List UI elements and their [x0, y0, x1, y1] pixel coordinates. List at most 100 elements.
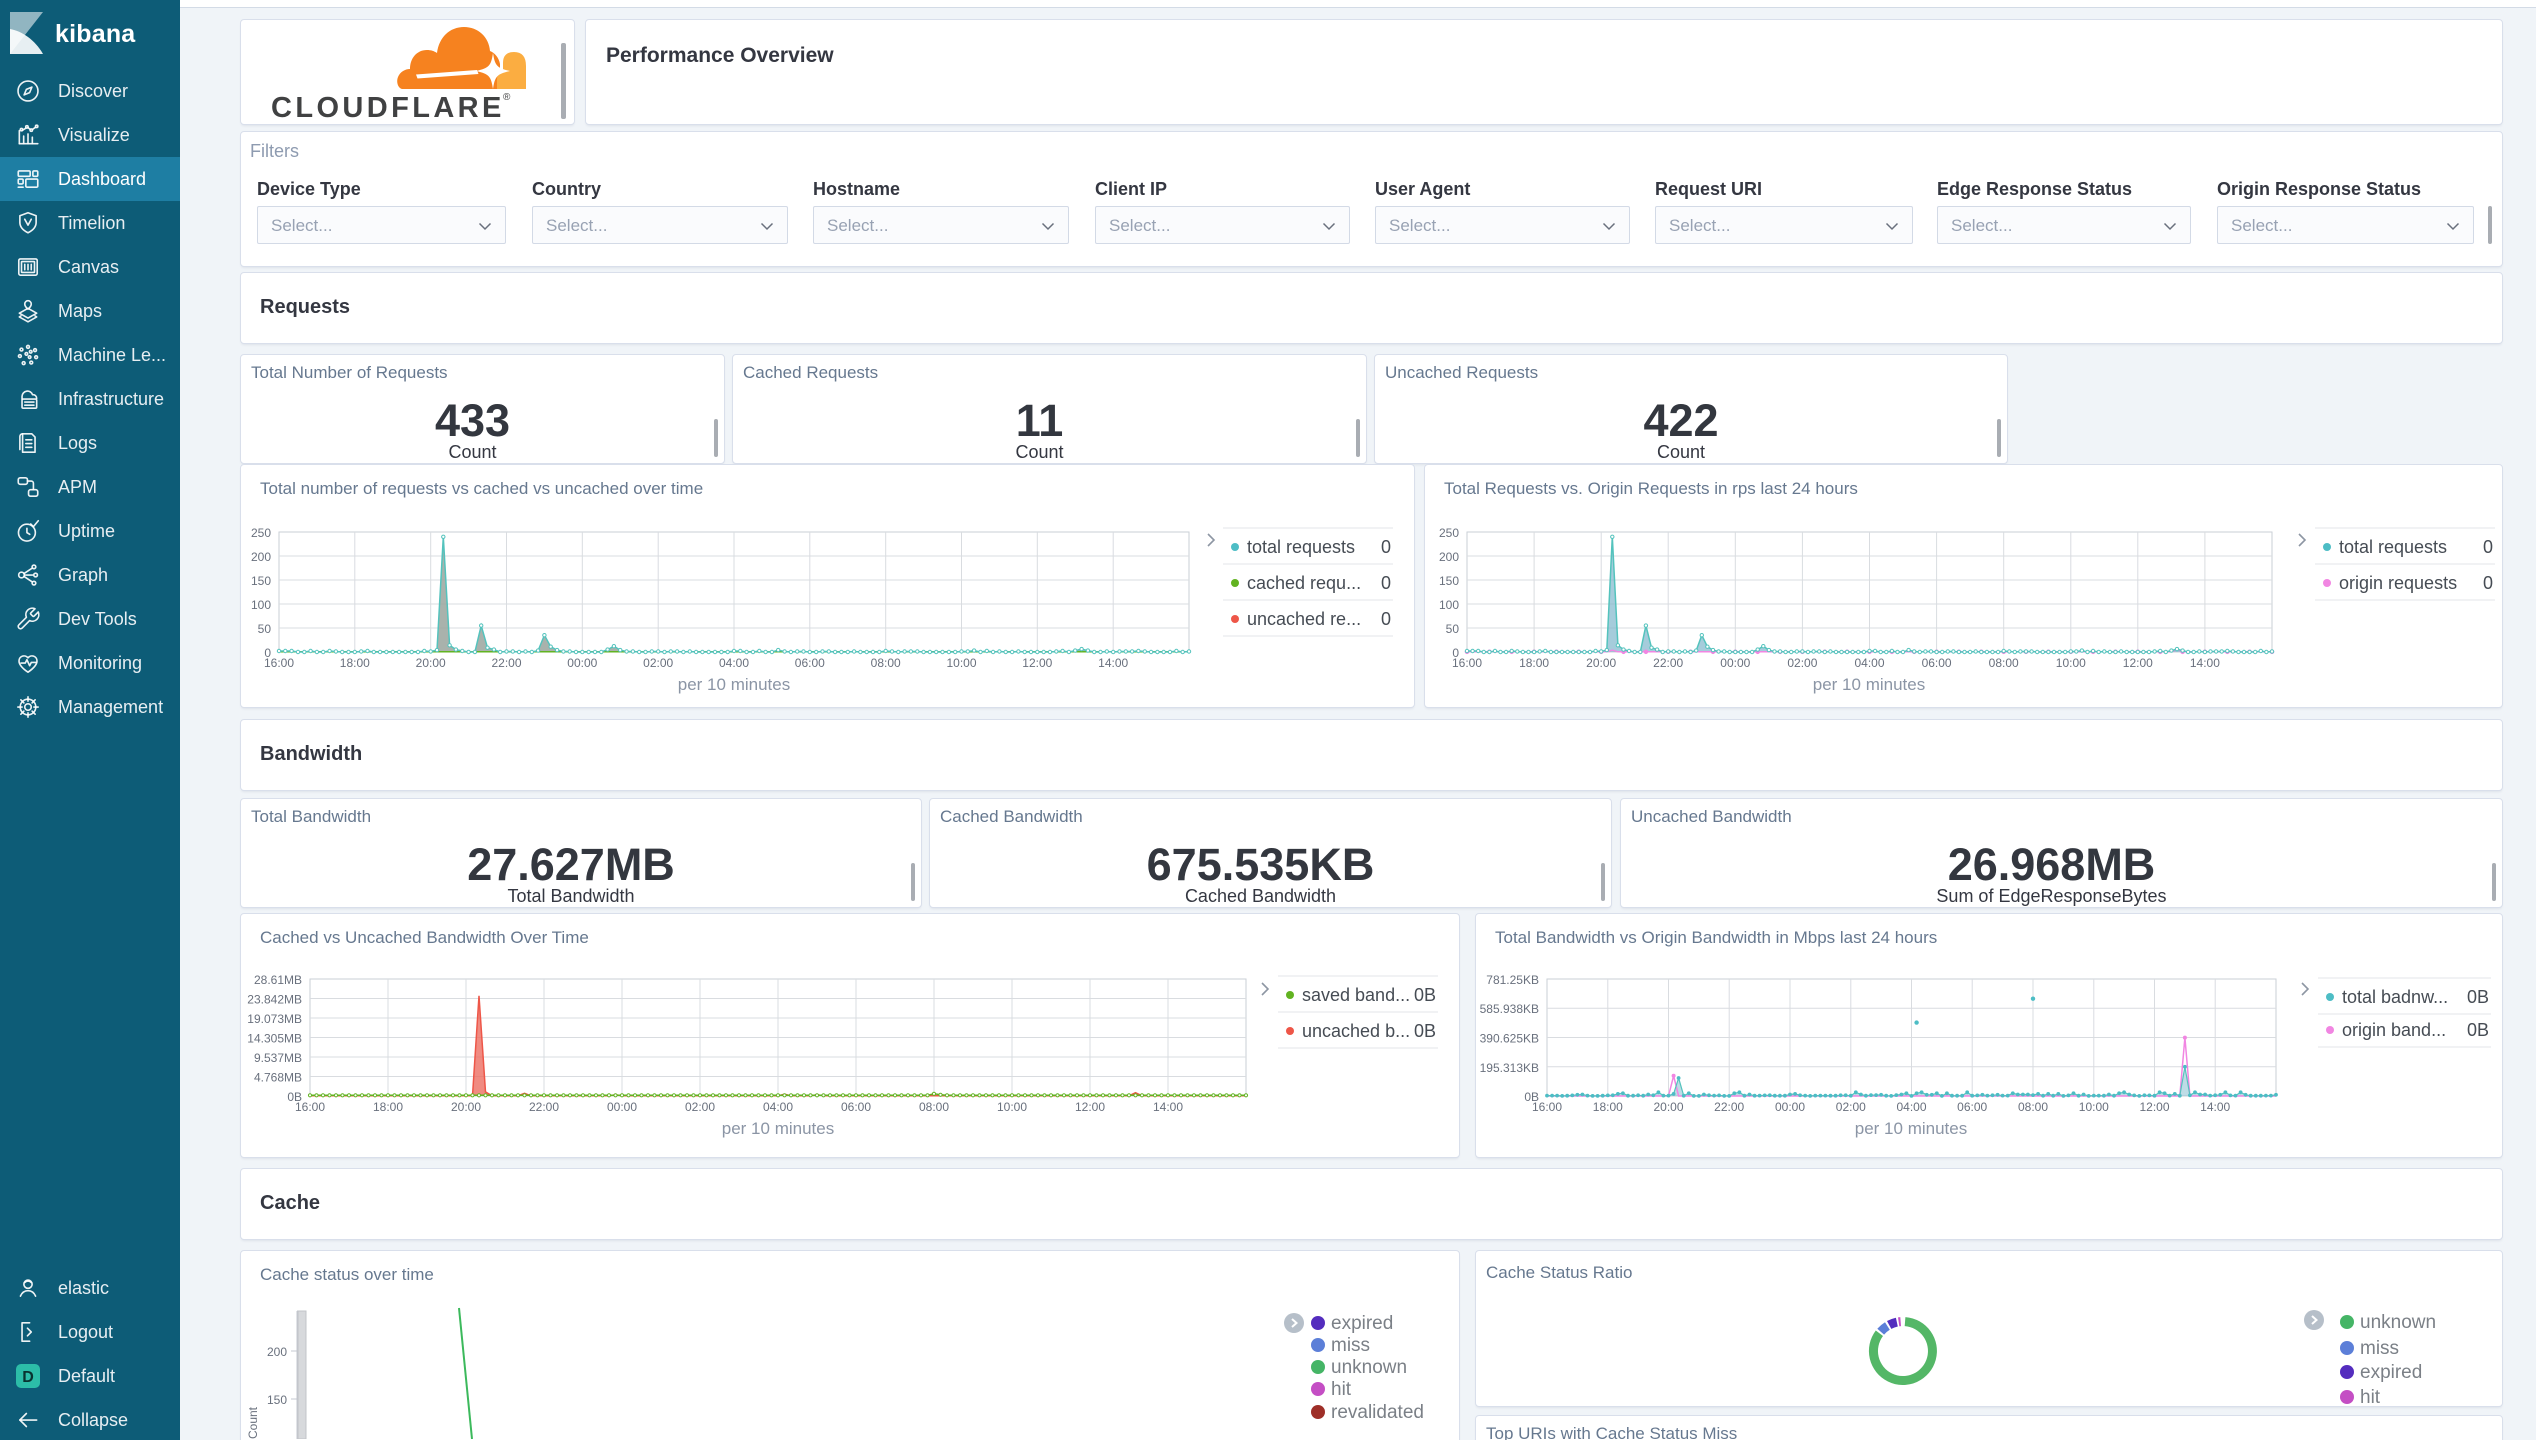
svg-text:20:00: 20:00	[1586, 656, 1616, 670]
svg-text:expired: expired	[2360, 1362, 2422, 1383]
svg-text:12:00: 12:00	[1075, 1100, 1105, 1114]
svg-text:20:00: 20:00	[451, 1100, 481, 1114]
svg-text:100: 100	[251, 598, 271, 612]
svg-text:16:00: 16:00	[295, 1100, 325, 1114]
svg-text:200: 200	[1439, 550, 1459, 564]
svg-text:0: 0	[1381, 537, 1391, 557]
svg-text:revalidated: revalidated	[1331, 1402, 1424, 1423]
svg-text:08:00: 08:00	[1989, 656, 2019, 670]
svg-text:14.305MB: 14.305MB	[247, 1032, 302, 1046]
svg-text:50: 50	[1446, 622, 1460, 636]
svg-text:saved band...: saved band...	[1302, 985, 1410, 1005]
svg-text:200: 200	[251, 550, 271, 564]
svg-text:390.625KB: 390.625KB	[1480, 1032, 1539, 1046]
svg-text:250: 250	[251, 526, 271, 540]
svg-text:250: 250	[1439, 526, 1459, 540]
svg-text:12:00: 12:00	[1022, 656, 1052, 670]
svg-text:16:00: 16:00	[1452, 656, 1482, 670]
svg-text:18:00: 18:00	[373, 1100, 403, 1114]
svg-text:08:00: 08:00	[871, 656, 901, 670]
svg-text:00:00: 00:00	[607, 1100, 637, 1114]
svg-text:0B: 0B	[2467, 1020, 2489, 1040]
svg-text:00:00: 00:00	[567, 656, 597, 670]
svg-text:150: 150	[1439, 574, 1459, 588]
svg-text:4.768MB: 4.768MB	[254, 1071, 302, 1085]
svg-text:06:00: 06:00	[841, 1100, 871, 1114]
svg-text:10:00: 10:00	[946, 656, 976, 670]
svg-text:22:00: 22:00	[1653, 656, 1683, 670]
svg-text:00:00: 00:00	[1720, 656, 1750, 670]
svg-text:per 10 minutes: per 10 minutes	[1855, 1119, 1967, 1138]
svg-text:hit: hit	[1331, 1379, 1352, 1400]
svg-text:18:00: 18:00	[1593, 1100, 1623, 1114]
svg-text:14:00: 14:00	[2200, 1100, 2230, 1114]
svg-text:12:00: 12:00	[2139, 1100, 2169, 1114]
svg-text:200: 200	[267, 1345, 287, 1359]
svg-text:18:00: 18:00	[340, 656, 370, 670]
svg-text:14:00: 14:00	[2190, 656, 2220, 670]
svg-text:0: 0	[1381, 609, 1391, 629]
svg-text:0B: 0B	[2467, 987, 2489, 1007]
svg-text:04:00: 04:00	[719, 656, 749, 670]
svg-text:cached requ...: cached requ...	[1247, 573, 1361, 593]
svg-text:22:00: 22:00	[491, 656, 521, 670]
svg-text:uncached b...: uncached b...	[1302, 1021, 1410, 1041]
svg-text:16:00: 16:00	[1532, 1100, 1562, 1114]
svg-text:0: 0	[1381, 573, 1391, 593]
svg-text:total requests: total requests	[1247, 537, 1355, 557]
svg-text:total badnw...: total badnw...	[2342, 987, 2448, 1007]
svg-text:per 10 minutes: per 10 minutes	[1813, 675, 1925, 694]
svg-text:150: 150	[251, 574, 271, 588]
svg-text:expired: expired	[1331, 1313, 1393, 1334]
svg-text:06:00: 06:00	[1922, 656, 1952, 670]
svg-text:10:00: 10:00	[2079, 1100, 2109, 1114]
svg-text:0B: 0B	[1414, 985, 1436, 1005]
svg-text:unknown: unknown	[1331, 1357, 1407, 1378]
svg-text:100: 100	[1439, 598, 1459, 612]
svg-text:14:00: 14:00	[1098, 656, 1128, 670]
svg-text:06:00: 06:00	[795, 656, 825, 670]
svg-text:14:00: 14:00	[1153, 1100, 1183, 1114]
svg-text:16:00: 16:00	[264, 656, 294, 670]
svg-text:0: 0	[2483, 537, 2493, 557]
svg-text:28.61MB: 28.61MB	[254, 973, 302, 987]
svg-text:CLOUDFLARE: CLOUDFLARE	[271, 92, 505, 124]
svg-text:0: 0	[2483, 573, 2493, 593]
svg-text:08:00: 08:00	[919, 1100, 949, 1114]
svg-text:00:00: 00:00	[1775, 1100, 1805, 1114]
svg-text:per 10 minutes: per 10 minutes	[722, 1119, 834, 1138]
svg-text:23.842MB: 23.842MB	[247, 993, 302, 1007]
svg-text:9.537MB: 9.537MB	[254, 1051, 302, 1065]
svg-text:150: 150	[267, 1393, 287, 1407]
svg-text:per 10 minutes: per 10 minutes	[678, 675, 790, 694]
svg-text:miss: miss	[1331, 1335, 1370, 1356]
svg-text:20:00: 20:00	[416, 656, 446, 670]
svg-text:02:00: 02:00	[685, 1100, 715, 1114]
svg-text:unknown: unknown	[2360, 1312, 2436, 1333]
svg-text:02:00: 02:00	[1836, 1100, 1866, 1114]
svg-text:585.938KB: 585.938KB	[1480, 1002, 1539, 1016]
svg-text:04:00: 04:00	[763, 1100, 793, 1114]
svg-text:10:00: 10:00	[2056, 656, 2086, 670]
svg-text:Count: Count	[246, 1406, 260, 1439]
svg-text:781.25KB: 781.25KB	[1486, 973, 1539, 987]
svg-text:uncached re...: uncached re...	[1247, 609, 1361, 629]
svg-text:total requests: total requests	[2339, 537, 2447, 557]
svg-text:19.073MB: 19.073MB	[247, 1012, 302, 1026]
svg-text:hit: hit	[2360, 1387, 2381, 1406]
svg-text:12:00: 12:00	[2123, 656, 2153, 670]
svg-text:22:00: 22:00	[1714, 1100, 1744, 1114]
svg-text:02:00: 02:00	[1787, 656, 1817, 670]
svg-text:195.313KB: 195.313KB	[1480, 1061, 1539, 1075]
svg-text:D: D	[22, 1369, 34, 1386]
svg-text:10:00: 10:00	[997, 1100, 1027, 1114]
svg-text:origin requests: origin requests	[2339, 573, 2457, 593]
svg-text:origin band...: origin band...	[2342, 1020, 2446, 1040]
svg-text:miss: miss	[2360, 1338, 2399, 1359]
svg-text:50: 50	[258, 622, 272, 636]
svg-text:®: ®	[503, 92, 511, 103]
svg-text:08:00: 08:00	[2018, 1100, 2048, 1114]
svg-text:04:00: 04:00	[1854, 656, 1884, 670]
svg-text:18:00: 18:00	[1519, 656, 1549, 670]
svg-text:20:00: 20:00	[1653, 1100, 1683, 1114]
